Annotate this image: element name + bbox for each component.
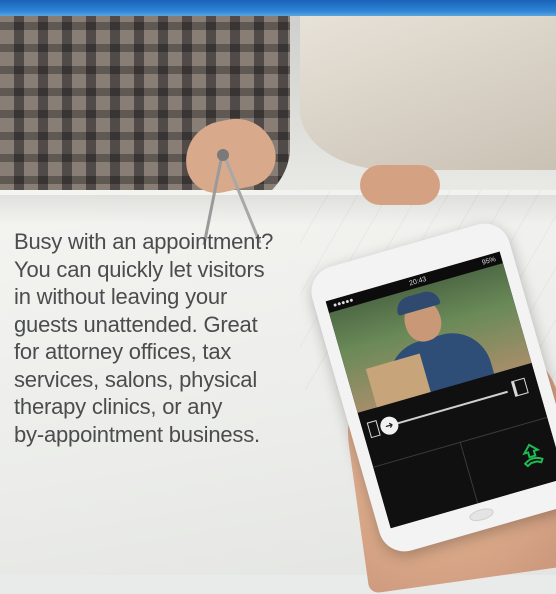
arrow-right-icon: ➜	[383, 419, 395, 433]
hand-right	[360, 165, 440, 205]
copy-line: for attorney offices, tax	[14, 339, 232, 364]
hangup-phone-icon[interactable]	[512, 435, 552, 475]
copy-line: by-appointment business.	[14, 421, 260, 447]
divider	[459, 441, 479, 504]
copy-line: services, salons, physical	[14, 366, 258, 392]
door-open-icon	[510, 377, 529, 397]
copy-line: therapy clinics, or any	[14, 394, 223, 419]
unlock-slider-knob[interactable]: ➜	[378, 414, 401, 437]
person-right-shirt	[300, 0, 556, 170]
top-accent-bar	[0, 0, 556, 16]
copy-line: in without leaving your	[14, 284, 228, 309]
copy-line: You can quickly let visitors	[14, 256, 265, 282]
copy-line: Busy with an appointment?	[14, 229, 274, 254]
copy-line: guests unattended. Great	[14, 311, 258, 337]
home-button[interactable]	[465, 504, 498, 526]
door-closed-icon	[366, 420, 381, 439]
marketing-copy: Busy with an appointment? You can quickl…	[14, 228, 329, 448]
paper-shadow	[0, 195, 556, 225]
